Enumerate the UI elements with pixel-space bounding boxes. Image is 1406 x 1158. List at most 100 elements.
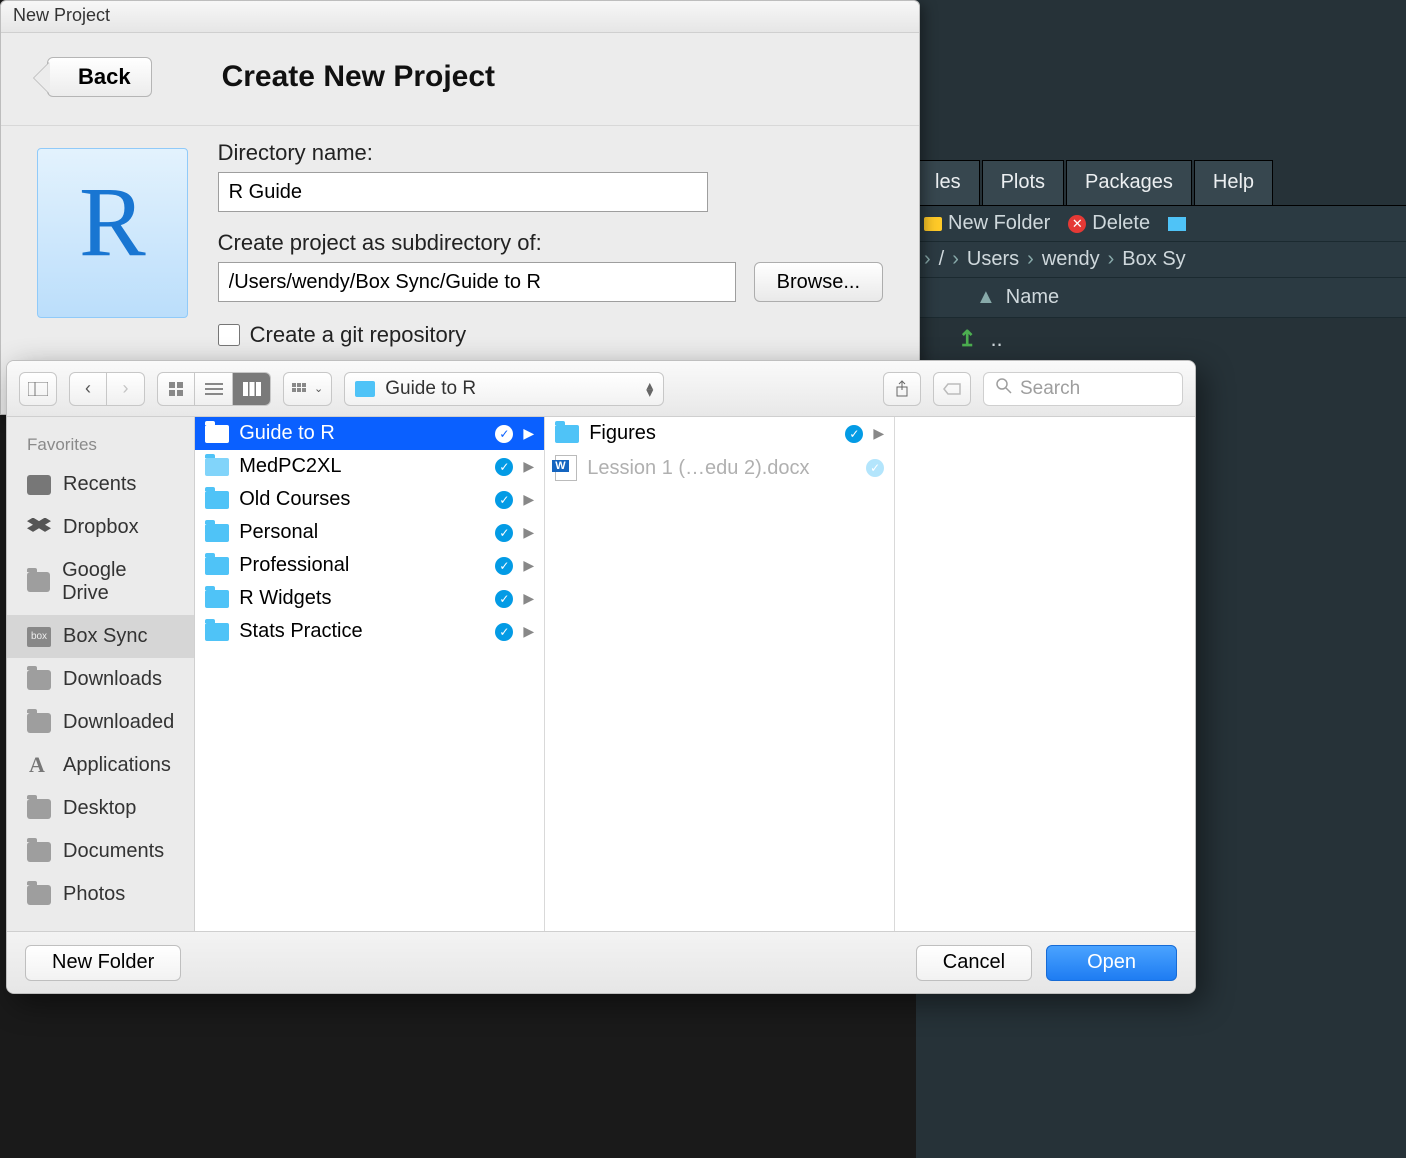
finder-toolbar: ‹ › ⌄ Guide to R xyxy=(7,361,1195,417)
list-item[interactable]: Stats Practice✓▶ xyxy=(195,615,544,648)
apps-icon xyxy=(27,756,51,776)
sidebar-item-box-sync[interactable]: boxBox Sync xyxy=(7,615,194,658)
tags-button[interactable] xyxy=(933,372,971,406)
folder-icon xyxy=(27,842,51,862)
sidebar-item-google-drive[interactable]: Google Drive xyxy=(7,549,194,615)
view-list-button[interactable] xyxy=(195,372,233,406)
crumb-boxsync[interactable]: Box Sy xyxy=(1122,248,1185,271)
sidebar-item-recents[interactable]: Recents xyxy=(7,463,194,506)
column-3 xyxy=(895,417,1196,931)
sidebar-item-label: Downloaded xyxy=(63,711,174,734)
rename-icon[interactable] xyxy=(1168,217,1186,231)
folder-icon xyxy=(205,491,229,509)
tab-plots[interactable]: Plots xyxy=(982,160,1064,205)
new-folder-button[interactable]: New Folder xyxy=(25,945,181,981)
list-item[interactable]: R Widgets✓▶ xyxy=(195,582,544,615)
chevron-down-icon: ⌄ xyxy=(314,382,323,395)
directory-name-input[interactable] xyxy=(218,172,708,212)
tab-files[interactable]: les xyxy=(916,160,980,205)
sync-badge-icon: ✓ xyxy=(495,491,513,509)
list-item[interactable]: Figures✓▶ xyxy=(545,417,894,450)
sidebar-item-applications[interactable]: Applications xyxy=(7,744,194,787)
list-item[interactable]: Professional ✓ ▶ xyxy=(195,549,544,582)
git-label: Create a git repository xyxy=(250,322,466,348)
nav-forward-button[interactable]: › xyxy=(107,372,145,406)
list-item[interactable]: Old Courses✓▶ xyxy=(195,483,544,516)
crumb-users[interactable]: Users xyxy=(967,248,1019,271)
chevron-right-icon: ▶ xyxy=(523,557,534,574)
r-project-icon: R xyxy=(37,148,188,318)
sync-badge-icon: ✓ xyxy=(495,623,513,641)
sidebar-item-label: Recents xyxy=(63,473,136,496)
directory-name-label: Directory name: xyxy=(218,140,883,166)
view-icons-button[interactable] xyxy=(157,372,195,406)
group-by-button[interactable]: ⌄ xyxy=(283,372,332,406)
sidebar-item-label: Google Drive xyxy=(62,559,174,605)
folder-icon xyxy=(27,885,51,905)
column-header-name[interactable]: ▲ Name xyxy=(916,277,1406,318)
delete-icon: ✕ xyxy=(1068,215,1086,233)
path-popup[interactable]: Guide to R xyxy=(344,372,664,406)
sidebar-item-downloads[interactable]: Downloads xyxy=(7,658,194,701)
delete-button[interactable]: ✕ Delete xyxy=(1068,212,1150,235)
git-checkbox[interactable] xyxy=(218,324,240,346)
folder-icon xyxy=(205,623,229,641)
sidebar-item-documents[interactable]: Documents xyxy=(7,830,194,873)
chevron-right-icon: ▶ xyxy=(873,425,884,442)
cancel-button[interactable]: Cancel xyxy=(916,945,1032,981)
rstudio-files-toolbar: New Folder ✕ Delete xyxy=(916,206,1406,241)
crumb-root[interactable]: / xyxy=(939,248,945,271)
finder-sidebar: Favorites Recents Dropbox Google Drive boxB… xyxy=(7,417,195,931)
item-label: Personal xyxy=(239,521,485,544)
share-button[interactable] xyxy=(883,372,921,406)
column-2: Figures✓▶Lession 1 (…edu 2).docx✓ xyxy=(545,417,895,931)
nav-back-button[interactable]: ‹ xyxy=(69,372,107,406)
sync-badge-icon: ✓ xyxy=(866,459,884,477)
up-arrow-icon: ↥ xyxy=(958,326,976,352)
sidebar-item-downloaded[interactable]: Downloaded xyxy=(7,701,194,744)
open-button[interactable]: Open xyxy=(1046,945,1177,981)
chevron-right-icon: ▶ xyxy=(523,623,534,640)
updown-icon xyxy=(646,382,653,396)
folder-icon xyxy=(555,425,579,443)
sidebar-item-label: Desktop xyxy=(63,797,136,820)
rstudio-tab-strip: les Plots Packages Help xyxy=(916,160,1406,206)
sync-badge-icon: ✓ xyxy=(845,425,863,443)
item-label: Professional xyxy=(239,554,485,577)
new-project-dialog: New Project Back Create New Project R Di… xyxy=(0,0,920,415)
new-folder-button[interactable]: New Folder xyxy=(924,212,1050,235)
parent-dir-row[interactable]: ↥ .. xyxy=(916,318,1406,360)
sidebar-item-desktop[interactable]: Desktop xyxy=(7,787,194,830)
list-item[interactable]: MedPC2XL✓▶ xyxy=(195,450,544,483)
sync-badge-icon: ✓ xyxy=(495,425,513,443)
tab-packages[interactable]: Packages xyxy=(1066,160,1192,205)
chevron-right-icon: ▶ xyxy=(523,524,534,541)
list-item[interactable]: Guide to R✓▶ xyxy=(195,417,544,450)
file-open-dialog: ‹ › ⌄ Guide to R xyxy=(6,360,1196,994)
folder-icon xyxy=(27,670,51,690)
subdirectory-input[interactable] xyxy=(218,262,736,302)
sidebar-toggle-button[interactable] xyxy=(19,372,57,406)
crumb-wendy[interactable]: wendy xyxy=(1042,248,1100,271)
sidebar-item-dropbox[interactable]: Dropbox xyxy=(7,506,194,549)
item-label: Guide to R xyxy=(239,422,485,445)
view-columns-button[interactable] xyxy=(233,372,271,406)
sync-badge-icon: ✓ xyxy=(495,557,513,575)
sync-badge-icon: ✓ xyxy=(495,524,513,542)
sidebar-heading-favorites: Favorites xyxy=(7,431,194,463)
finder-footer: New Folder Cancel Open xyxy=(7,931,1195,993)
item-label: R Widgets xyxy=(239,587,485,610)
folder-icon xyxy=(205,425,229,443)
sidebar-item-photos[interactable]: Photos xyxy=(7,873,194,916)
subdirectory-label: Create project as subdirectory of: xyxy=(218,230,883,256)
list-item[interactable]: Personal ✓ ▶ xyxy=(195,516,544,549)
list-item: Lession 1 (…edu 2).docx✓ xyxy=(545,450,894,486)
back-button[interactable]: Back xyxy=(47,57,152,97)
sync-badge-icon: ✓ xyxy=(495,458,513,476)
folder-icon xyxy=(205,458,229,476)
folder-icon xyxy=(205,590,229,608)
tab-help[interactable]: Help xyxy=(1194,160,1273,205)
browse-button[interactable]: Browse... xyxy=(754,262,883,302)
search-input[interactable]: Search xyxy=(983,372,1183,406)
sidebar-item-label: Photos xyxy=(63,883,125,906)
